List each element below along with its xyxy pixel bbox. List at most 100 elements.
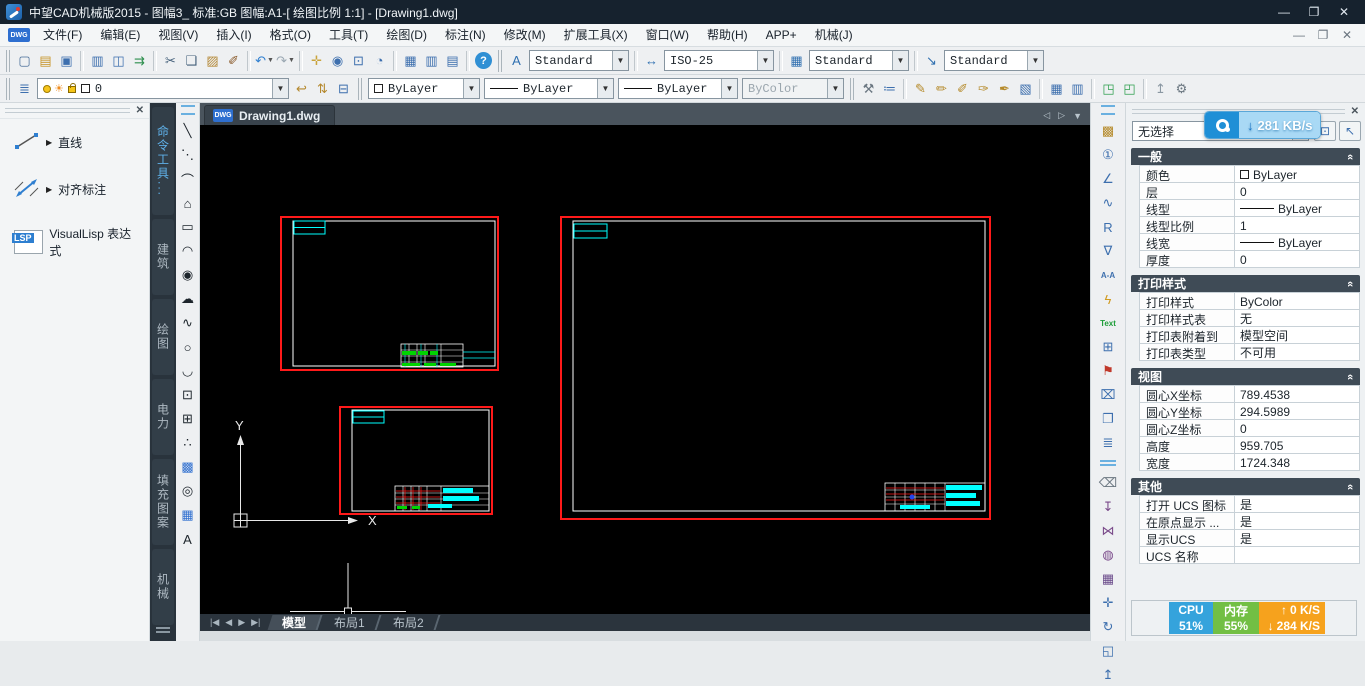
polygon-icon[interactable]: ⌂ bbox=[177, 192, 198, 214]
multileader-style-icon[interactable]: ↘ bbox=[921, 50, 942, 72]
property-value[interactable]: 294.5989 bbox=[1235, 403, 1359, 419]
menu-item-2[interactable]: 视图(V) bbox=[149, 24, 207, 46]
dim-style-select[interactable]: ISO-25▼ bbox=[664, 50, 774, 71]
new-viewport-icon[interactable]: ◳ bbox=[1098, 78, 1119, 100]
first-sheet-button[interactable]: |◀ bbox=[210, 617, 219, 628]
superhatch-icon[interactable]: ◍ bbox=[1098, 544, 1119, 566]
property-value[interactable]: 是 bbox=[1235, 496, 1359, 512]
menu-item-5[interactable]: 工具(T) bbox=[320, 24, 377, 46]
property-value[interactable]: 1 bbox=[1235, 217, 1359, 233]
last-sheet-button[interactable]: ▶| bbox=[251, 617, 260, 628]
smart-annotate-icon[interactable]: ϟ bbox=[1098, 288, 1119, 310]
quick-select-icon[interactable]: ≔ bbox=[879, 78, 900, 100]
paste-block-icon[interactable]: ↧ bbox=[1098, 496, 1119, 518]
zoom-window-icon[interactable]: ⊡ bbox=[348, 50, 369, 72]
menu-item-8[interactable]: 修改(M) bbox=[495, 24, 555, 46]
data-list-icon[interactable]: ▤ bbox=[442, 50, 463, 72]
system-tools-icon[interactable]: ⚙ bbox=[1171, 78, 1192, 100]
section-header-2[interactable]: 视图« bbox=[1131, 368, 1360, 385]
maximize-button[interactable]: ❐ bbox=[1299, 3, 1329, 21]
property-value[interactable]: ByLayer bbox=[1235, 234, 1359, 250]
match-properties-icon[interactable]: ✐ bbox=[223, 50, 244, 72]
surface-roughness-icon[interactable]: ∇ bbox=[1098, 240, 1119, 262]
section-header-0[interactable]: 一般« bbox=[1131, 148, 1360, 165]
toolbar-grip[interactable] bbox=[6, 78, 10, 100]
menu-item-4[interactable]: 格式(O) bbox=[261, 24, 320, 46]
palette-tab-2[interactable]: 绘图 bbox=[152, 299, 174, 375]
close-button[interactable]: ✕ bbox=[1329, 3, 1359, 21]
color-control[interactable]: ByLayer▼ bbox=[368, 78, 480, 99]
menu-item-13[interactable]: 机械(J) bbox=[806, 24, 862, 46]
prev-sheet-button[interactable]: ◀ bbox=[225, 617, 232, 628]
quick-calculator-icon[interactable]: ▦ bbox=[400, 50, 421, 72]
palette-tab-4[interactable]: 填充图案 bbox=[152, 459, 174, 545]
line-icon[interactable]: ╲ bbox=[177, 120, 198, 142]
chevron-down-icon[interactable]: ▼ bbox=[757, 51, 773, 70]
mirror-icon[interactable]: ⋈ bbox=[1098, 520, 1119, 542]
menu-item-7[interactable]: 标注(N) bbox=[436, 24, 495, 46]
toolbar-grip[interactable] bbox=[358, 78, 362, 100]
menu-item-0[interactable]: 文件(F) bbox=[34, 24, 91, 46]
layer-select[interactable]: ☀0▼ bbox=[37, 78, 289, 99]
edit-array-icon[interactable]: ✑ bbox=[973, 78, 994, 100]
linetype-control[interactable]: ByLayer▼ bbox=[484, 78, 614, 99]
property-value[interactable]: 是 bbox=[1235, 530, 1359, 546]
menu-item-1[interactable]: 编辑(E) bbox=[91, 24, 149, 46]
palette-grip[interactable] bbox=[5, 108, 130, 113]
donut-icon[interactable]: ◎ bbox=[177, 480, 198, 502]
upload-tool-icon[interactable]: ↥ bbox=[1098, 664, 1119, 686]
table-icon[interactable]: ▦ bbox=[177, 504, 198, 526]
chevron-down-icon[interactable]: ▼ bbox=[463, 79, 479, 98]
section-symbol-icon[interactable]: A-A bbox=[1098, 264, 1119, 286]
arc-icon[interactable]: ◠ bbox=[177, 240, 198, 262]
palette-item-aligned-dimension-tool[interactable]: ▶对齐标注 bbox=[0, 166, 149, 213]
help-icon[interactable]: ? bbox=[475, 52, 492, 69]
flag-mark-icon[interactable]: ⚑ bbox=[1098, 360, 1119, 382]
table-style-select[interactable]: Standard▼ bbox=[809, 50, 909, 71]
make-block-icon[interactable]: ⊞ bbox=[177, 408, 198, 430]
pan-icon[interactable]: ✛ bbox=[306, 50, 327, 72]
menu-item-12[interactable]: APP+ bbox=[757, 24, 806, 46]
property-value[interactable] bbox=[1235, 547, 1359, 563]
tangent-curve-icon[interactable]: ∿ bbox=[1098, 192, 1119, 214]
point-icon[interactable]: ∴ bbox=[177, 432, 198, 454]
next-sheet-button[interactable]: ▶ bbox=[238, 617, 245, 628]
property-value[interactable]: 无 bbox=[1235, 310, 1359, 326]
open-file-icon[interactable]: ▤ bbox=[35, 50, 56, 72]
move-icon[interactable]: ✛ bbox=[1098, 592, 1119, 614]
doc-restore-button[interactable]: ❐ bbox=[1311, 26, 1335, 44]
spline-icon[interactable]: ∿ bbox=[177, 312, 198, 334]
tab-scroll-left-button[interactable]: ◁ bbox=[1043, 110, 1050, 121]
ellipse-arc-icon[interactable]: ◡ bbox=[177, 360, 198, 382]
palette-tab-0[interactable]: 命令工具... bbox=[152, 107, 174, 215]
property-value[interactable]: 是 bbox=[1235, 513, 1359, 529]
help-book-icon[interactable]: ≣ bbox=[1098, 432, 1119, 454]
make-object-layer-current-icon[interactable]: ↩ bbox=[291, 78, 312, 100]
property-value[interactable]: ByLayer bbox=[1235, 200, 1359, 216]
copy-icon[interactable]: ❏ bbox=[181, 50, 202, 72]
drawing-canvas[interactable]: Y X bbox=[200, 125, 1090, 614]
ray-icon[interactable]: ⋱ bbox=[177, 144, 198, 166]
print-preview-icon[interactable]: ◫ bbox=[108, 50, 129, 72]
property-value[interactable]: 模型空间 bbox=[1235, 327, 1359, 343]
named-views-icon[interactable]: ◰ bbox=[1119, 78, 1140, 100]
properties-close-icon[interactable]: ✕ bbox=[1351, 106, 1359, 117]
toolbar-grip[interactable] bbox=[498, 50, 502, 72]
sheet-tab-1[interactable]: 布局1 bbox=[320, 615, 382, 630]
section-header-1[interactable]: 打印样式« bbox=[1131, 275, 1360, 292]
dimension-style-icon[interactable]: ↔ bbox=[641, 50, 662, 72]
property-value[interactable]: 1724.348 bbox=[1235, 454, 1359, 470]
edit-block-in-place-icon[interactable]: ▧ bbox=[1015, 78, 1036, 100]
property-value[interactable]: 0 bbox=[1235, 251, 1359, 267]
publish-icon[interactable]: ⇉ bbox=[129, 50, 150, 72]
table-style-icon[interactable]: ▦ bbox=[786, 50, 807, 72]
palette-item-visuallisp-expression[interactable]: LSPVisualLisp 表达式 bbox=[0, 213, 149, 271]
chevron-down-icon[interactable]: ▼ bbox=[1027, 51, 1043, 70]
menu-item-11[interactable]: 帮助(H) bbox=[698, 24, 757, 46]
property-value[interactable]: ByColor bbox=[1235, 293, 1359, 309]
scale-icon[interactable]: ◱ bbox=[1098, 640, 1119, 662]
menu-item-9[interactable]: 扩展工具(X) bbox=[555, 24, 637, 46]
chevron-down-icon[interactable]: ▼ bbox=[827, 79, 843, 98]
lineweight-control[interactable]: ByLayer▼ bbox=[618, 78, 738, 99]
performance-widget[interactable]: CPU 内存 ↑0 K/S 51% 55% ↓284 K/S bbox=[1169, 602, 1325, 634]
